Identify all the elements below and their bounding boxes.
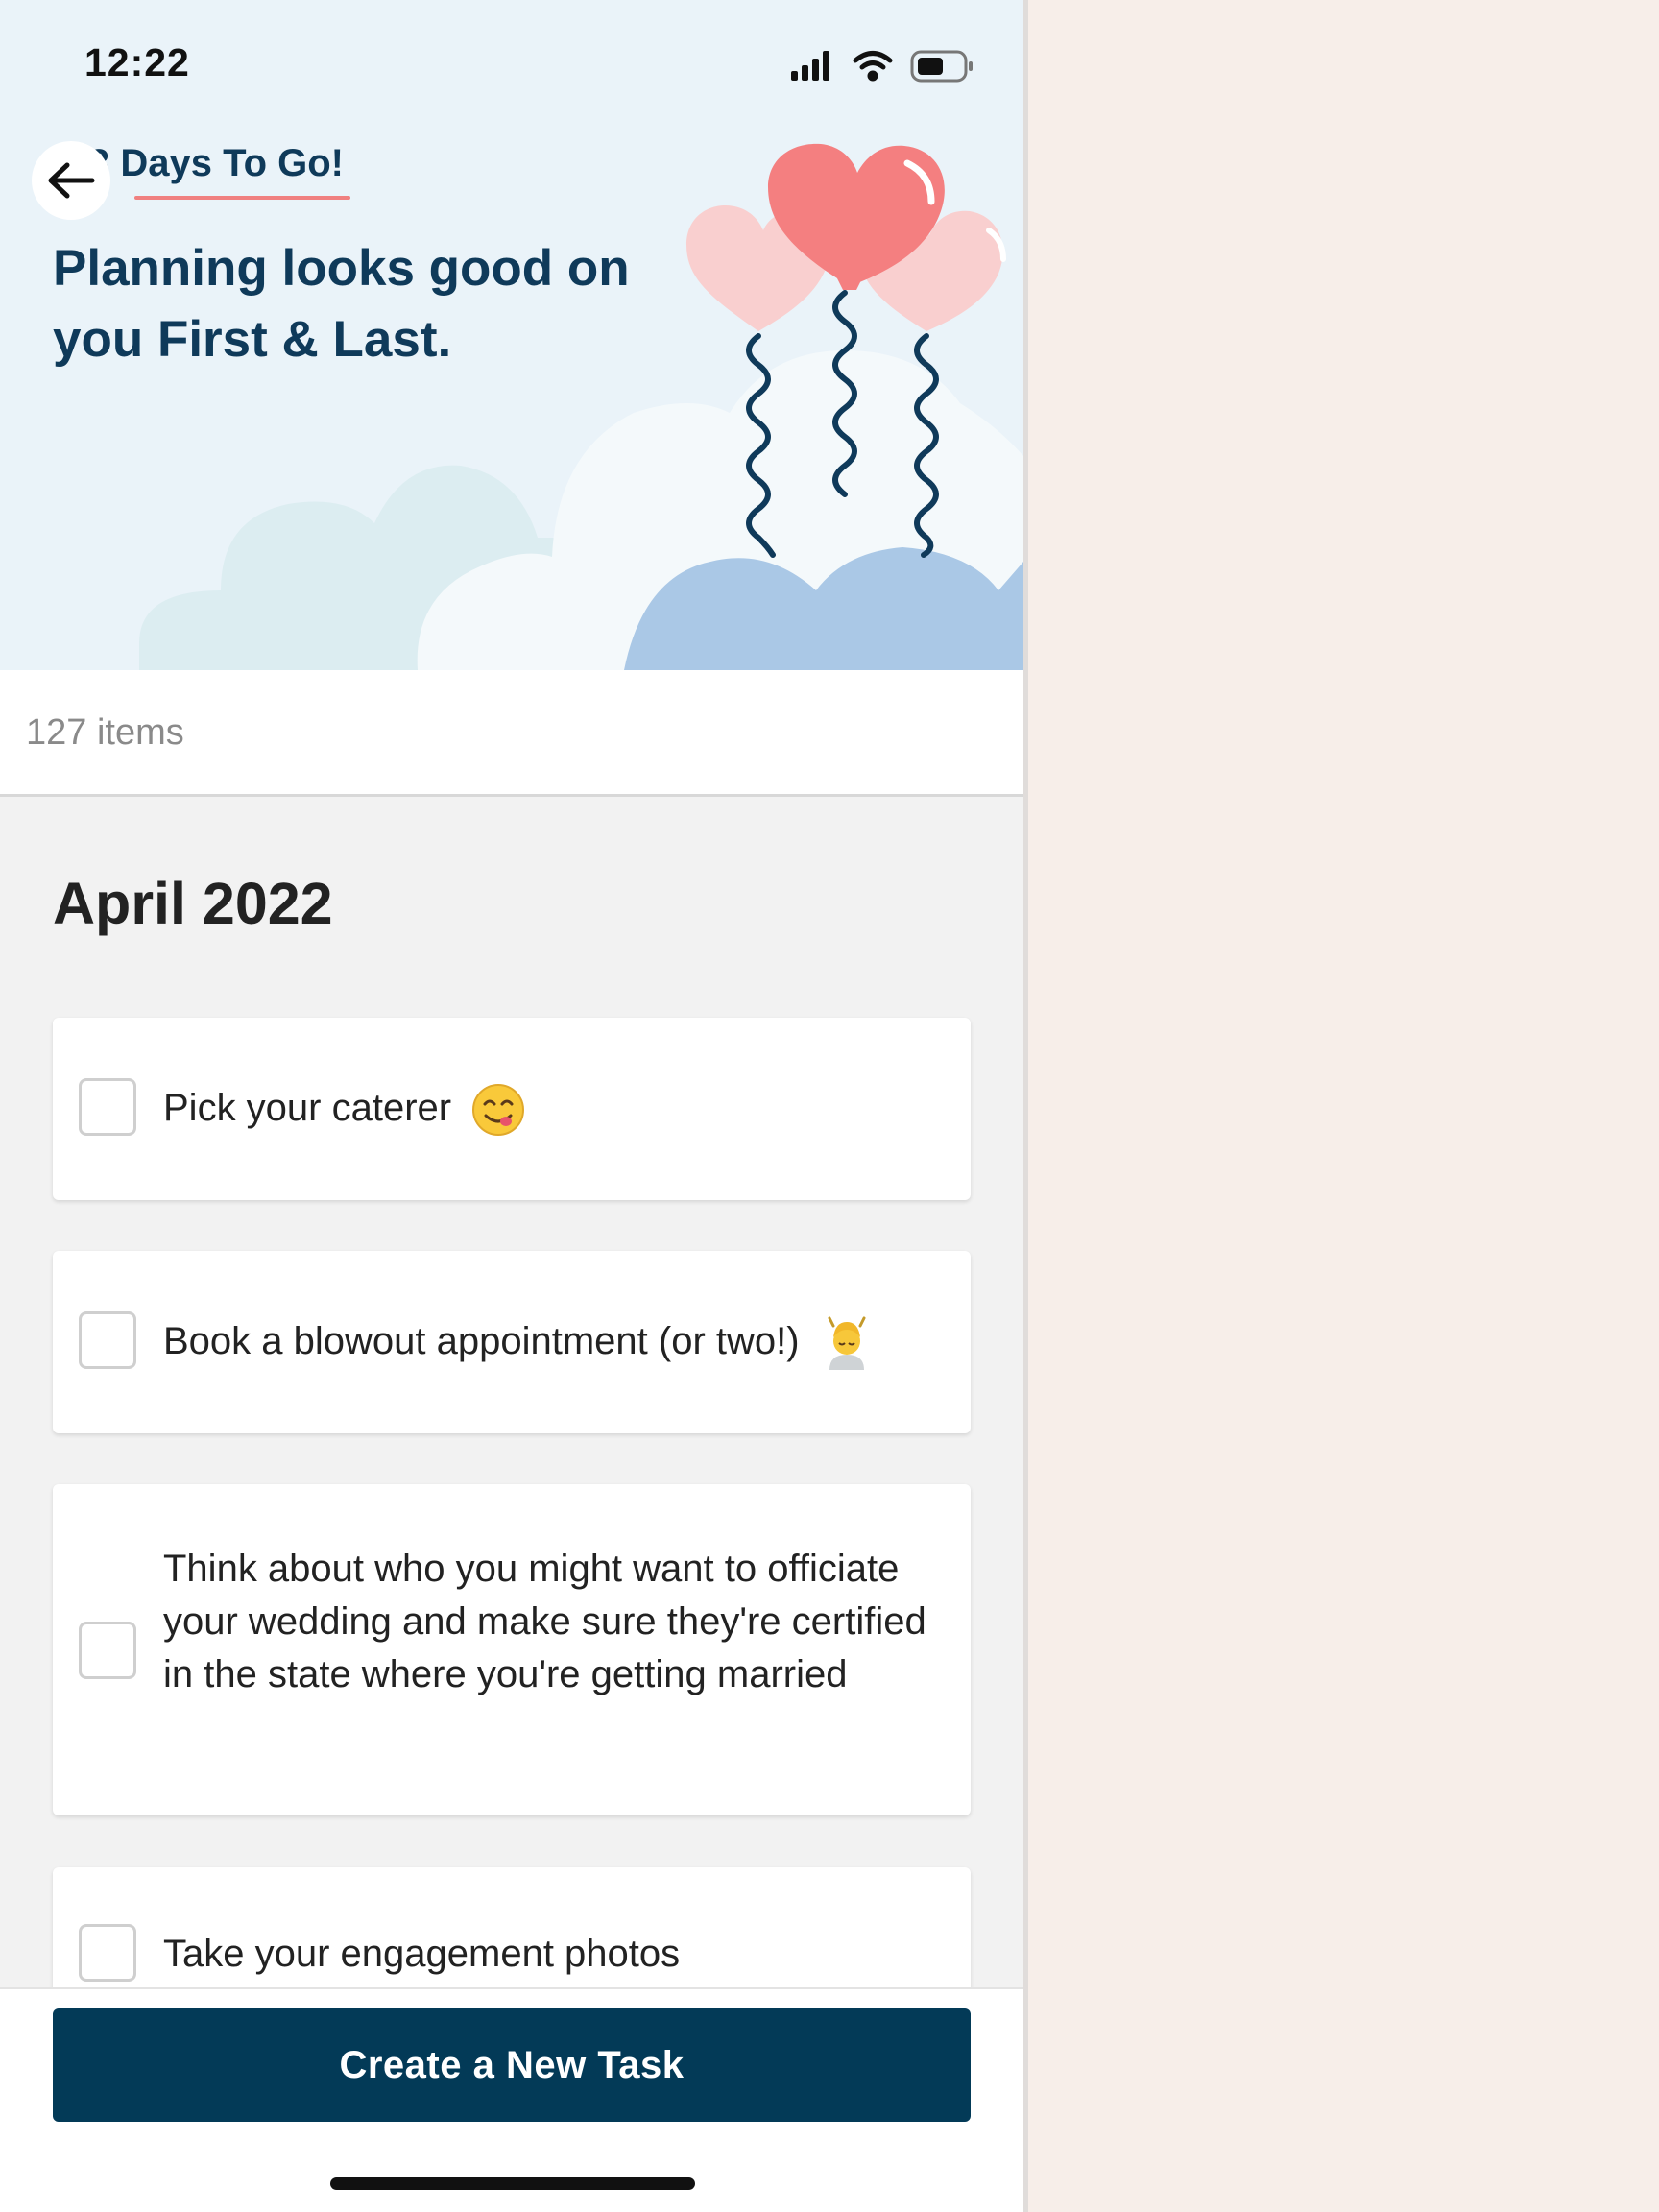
task-checkbox[interactable]: [79, 1924, 136, 1982]
task-item[interactable]: Pick your caterer: [53, 1018, 971, 1200]
item-count: 127 items: [26, 712, 184, 753]
task-label: Book a blowout appointment (or two!): [163, 1320, 800, 1362]
haircut-person-icon: [828, 1316, 866, 1371]
back-button[interactable]: [32, 141, 110, 220]
app-screen: 12:22 3 Days To Go! Planning looks good …: [0, 0, 1023, 2212]
create-task-button[interactable]: Create a New Task: [53, 2008, 971, 2122]
wifi-icon: [853, 51, 893, 82]
task-checkbox[interactable]: [79, 1622, 136, 1679]
footer-bar: Create a New Task: [0, 1987, 1023, 2212]
task-label: Take your engagement photos: [163, 1933, 681, 1975]
month-heading: April 2022: [53, 871, 333, 936]
status-icons: [787, 44, 979, 91]
task-label: Think about who you might want to offici…: [163, 1548, 926, 1695]
task-checkbox[interactable]: [79, 1078, 136, 1136]
status-time: 12:22: [84, 40, 190, 84]
task-label: Pick your caterer: [163, 1087, 452, 1129]
home-indicator: [330, 2177, 695, 2190]
item-count-bar: 127 items: [0, 670, 1023, 797]
task-item[interactable]: Book a blowout appointment (or two!): [53, 1251, 971, 1433]
side-divider: [1023, 0, 1028, 2212]
cellular-signal-icon: [791, 51, 830, 81]
countdown-label: 3 Days To Go!: [88, 142, 344, 184]
battery-icon: [910, 50, 973, 83]
arrow-left-icon: [48, 162, 95, 199]
headline: Planning looks good on you First & Last.: [53, 240, 630, 368]
yum-face-icon: [472, 1084, 525, 1137]
countdown-underline: [134, 196, 350, 200]
hero-banner: 12:22 3 Days To Go! Planning looks good …: [0, 0, 1023, 670]
task-checkbox[interactable]: [79, 1311, 136, 1369]
task-item[interactable]: Think about who you might want to offici…: [53, 1484, 971, 1815]
